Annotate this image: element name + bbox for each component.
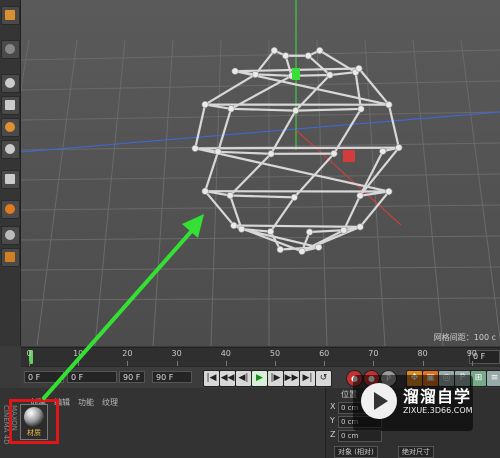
key-mode-button-5[interactable]: ≡ xyxy=(486,370,500,387)
bend-icon[interactable] xyxy=(1,118,20,137)
transport-button-1[interactable]: ◀◀ xyxy=(219,370,236,387)
watermark: 溜溜自学 ZIXUE.3D66.COM xyxy=(353,375,473,431)
transport-button-5[interactable]: ▶▶ xyxy=(283,370,300,387)
x-axis-handle xyxy=(343,150,355,162)
timeline-tick-label: 60 xyxy=(319,349,330,358)
timeline-tick-label: 40 xyxy=(220,349,231,358)
bend-glyph xyxy=(5,122,15,132)
material-menu-item[interactable]: 纹理 xyxy=(102,397,118,408)
cube-glyph xyxy=(5,10,15,20)
light-glyph xyxy=(5,174,15,184)
cloner-icon[interactable] xyxy=(1,96,20,115)
floor-glyph xyxy=(5,230,15,240)
coord-axis-label: X xyxy=(330,402,336,411)
end-frame-field[interactable]: 90 F xyxy=(152,371,192,383)
pen-icon[interactable] xyxy=(1,40,20,59)
left-toolbar xyxy=(0,0,21,346)
floor-grid xyxy=(21,39,500,346)
pen-glyph xyxy=(5,44,15,54)
timeline-ruler[interactable]: 0 F 0 10 20 30 40 50 60 70 80 90 xyxy=(21,347,500,366)
timeline-tick-label: 30 xyxy=(171,349,182,358)
watermark-title: 溜溜自学 xyxy=(403,387,472,406)
y-axis-handle xyxy=(292,68,300,80)
tag-icon[interactable] xyxy=(1,248,20,267)
size-mode-dropdown[interactable]: 绝对尺寸 xyxy=(398,446,434,458)
annotation-highlight-box xyxy=(9,399,59,444)
start-frame-field[interactable]: 0 F xyxy=(24,371,64,383)
cloner-glyph xyxy=(5,100,15,110)
material-menu-item[interactable]: 功能 xyxy=(78,397,94,408)
timeline-tick-label: 70 xyxy=(368,349,379,358)
light-icon[interactable] xyxy=(1,170,20,189)
watermark-url: ZIXUE.3D66.COM xyxy=(403,406,473,415)
3d-viewport[interactable]: 网格间距：100 c xyxy=(21,0,500,346)
transport-button-6[interactable]: ▶| xyxy=(299,370,316,387)
magnet-glyph xyxy=(5,204,15,214)
viewport-scene xyxy=(21,0,500,346)
transport-button-7[interactable]: ↺ xyxy=(315,370,332,387)
floor-icon[interactable] xyxy=(1,226,20,245)
transport-button-3[interactable]: ▶ xyxy=(251,370,268,387)
transport-button-0[interactable]: |◀ xyxy=(203,370,220,387)
cube-icon[interactable] xyxy=(1,6,20,25)
timeline-tick-label: 50 xyxy=(269,349,281,358)
timeline-tick-label: 20 xyxy=(122,349,133,358)
subdivision-glyph xyxy=(5,78,15,88)
camera-icon[interactable] xyxy=(1,140,20,159)
magnet-icon[interactable] xyxy=(1,200,20,219)
tag-glyph xyxy=(5,252,15,262)
coord-value-field[interactable]: 0 cm xyxy=(338,430,382,442)
camera-glyph xyxy=(5,144,15,154)
timeline-tick-label: 90 xyxy=(466,349,477,358)
min-frame-field[interactable]: 0 F xyxy=(67,371,117,383)
coord-axis-label: Y xyxy=(330,416,335,425)
wireframe-sphere xyxy=(194,49,400,253)
timeline-tick-label: 80 xyxy=(417,349,428,358)
subdivision-icon[interactable] xyxy=(1,74,20,93)
coord-axis-label: Z xyxy=(330,430,336,439)
timeline-tick-label: 10 xyxy=(73,349,84,358)
coord-mode-dropdown[interactable]: 对象 (相对) xyxy=(334,446,378,458)
max-frame-field[interactable]: 90 F xyxy=(119,371,145,383)
transport-button-2[interactable]: ◀| xyxy=(235,370,252,387)
viewport-grid-spacing: 网格间距：100 c xyxy=(433,333,496,342)
transport-button-4[interactable]: |▶ xyxy=(267,370,284,387)
watermark-logo-icon xyxy=(361,383,397,419)
timeline-tick-label: 0 xyxy=(26,349,32,358)
